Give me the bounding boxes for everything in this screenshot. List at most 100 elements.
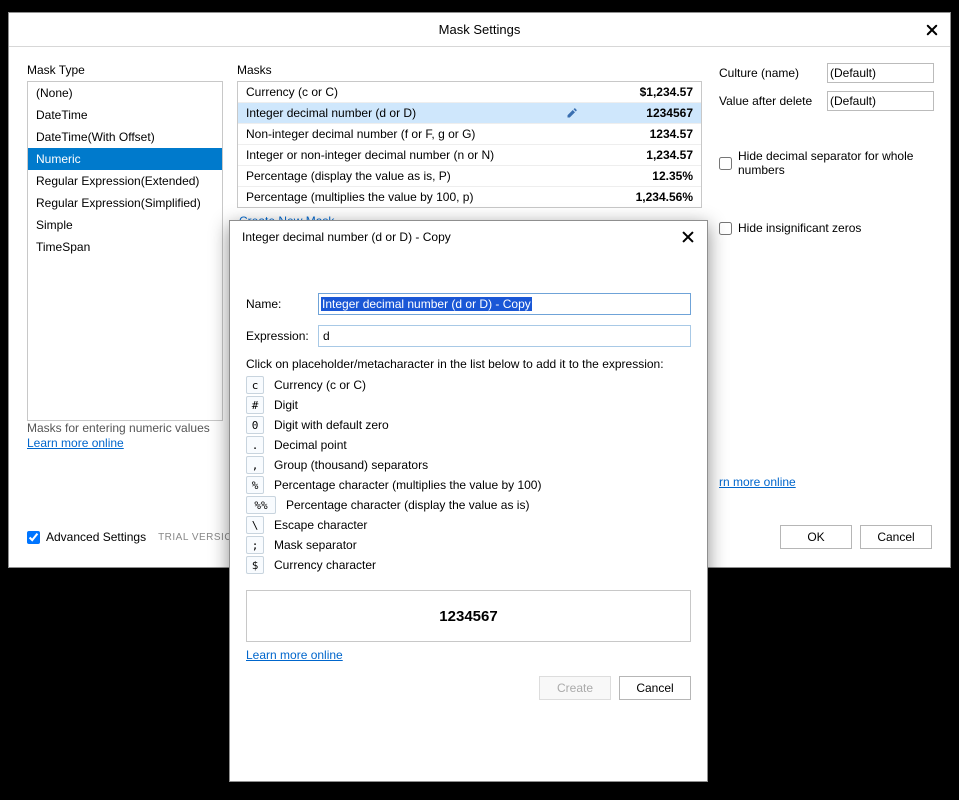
placeholder-description: Escape character	[274, 518, 367, 532]
sub-body: Name: Integer decimal number (d or D) - …	[230, 253, 707, 710]
name-field-wrapper[interactable]: Integer decimal number (d or D) - Copy	[318, 293, 691, 315]
learn-more-link[interactable]: Learn more online	[246, 648, 691, 662]
culture-row: Culture (name) (Default)	[719, 63, 934, 83]
advanced-settings-row: Advanced Settings	[27, 530, 146, 544]
advanced-settings-checkbox[interactable]	[27, 531, 40, 544]
masks-row[interactable]: Integer or non-integer decimal number (n…	[238, 145, 701, 166]
mask-type-item[interactable]: DateTime(With Offset)	[28, 126, 222, 148]
preview-value: 1234567	[439, 608, 497, 625]
hide-decimal-separator-row: Hide decimal separator for whole numbers	[719, 149, 934, 177]
masks-row[interactable]: Integer decimal number (d or D) 1234567	[238, 103, 701, 124]
mask-type-item[interactable]: Simple	[28, 214, 222, 236]
edit-icon[interactable]	[565, 106, 579, 120]
sub-titlebar: Integer decimal number (d or D) - Copy	[230, 221, 707, 253]
placeholder-description: Percentage character (multiplies the val…	[274, 478, 541, 492]
masks-row[interactable]: Non-integer decimal number (f or F, g or…	[238, 124, 701, 145]
advanced-settings-label: Advanced Settings	[46, 530, 146, 544]
placeholder-description: Decimal point	[274, 438, 347, 452]
mask-name: Percentage (multiplies the value by 100,…	[246, 190, 583, 204]
titlebar: Mask Settings	[9, 13, 950, 47]
mask-type-description: Masks for entering numeric values Learn …	[27, 421, 223, 451]
sub-button-row: Create Cancel	[246, 676, 691, 700]
placeholder-key[interactable]: ;	[246, 536, 264, 554]
placeholder-row: ; Mask separator	[246, 536, 691, 554]
mask-type-item[interactable]: (None)	[28, 82, 222, 104]
placeholder-key[interactable]: %%	[246, 496, 276, 514]
ok-button[interactable]: OK	[780, 525, 852, 549]
mask-sample: 12.35%	[583, 169, 693, 183]
placeholder-description: Digit with default zero	[274, 418, 389, 432]
name-field-value: Integer decimal number (d or D) - Copy	[321, 297, 532, 311]
mask-type-label: Mask Type	[27, 63, 223, 77]
mask-type-desc-text: Masks for entering numeric values	[27, 421, 210, 435]
window-title: Mask Settings	[439, 22, 521, 37]
mask-name: Integer or non-integer decimal number (n…	[246, 148, 583, 162]
culture-select[interactable]: (Default)	[827, 63, 934, 83]
placeholder-row: % Percentage character (multiplies the va…	[246, 476, 691, 494]
hide-decimal-separator-label: Hide decimal separator for whole numbers	[738, 149, 934, 177]
mask-sample: 1,234.57	[583, 148, 693, 162]
value-after-delete-label: Value after delete	[719, 94, 827, 108]
placeholder-description: Group (thousand) separators	[274, 458, 428, 472]
culture-label: Culture (name)	[719, 66, 827, 80]
close-icon[interactable]	[681, 230, 695, 244]
placeholder-row: c Currency (c or C)	[246, 376, 691, 394]
placeholder-description: Mask separator	[274, 538, 357, 552]
hide-decimal-separator-checkbox[interactable]	[719, 157, 732, 170]
placeholder-key[interactable]: .	[246, 436, 264, 454]
hide-insignificant-zeros-label: Hide insignificant zeros	[738, 221, 861, 235]
mask-name: Integer decimal number (d or D)	[246, 106, 565, 120]
masks-row[interactable]: Percentage (multiplies the value by 100,…	[238, 187, 701, 207]
mask-type-list[interactable]: (None)DateTimeDateTime(With Offset)Numer…	[27, 81, 223, 421]
placeholder-description: Percentage character (display the value …	[286, 498, 529, 512]
masks-row[interactable]: Currency (c or C)$1,234.57	[238, 82, 701, 103]
name-row: Name: Integer decimal number (d or D) - …	[246, 293, 691, 315]
placeholder-row: # Digit	[246, 396, 691, 414]
mask-type-item[interactable]: TimeSpan	[28, 236, 222, 258]
placeholder-key[interactable]: \	[246, 516, 264, 534]
learn-more-link[interactable]: Learn more online	[27, 436, 124, 450]
mask-type-column: Mask Type (None)DateTimeDateTime(With Of…	[27, 63, 223, 453]
placeholder-key[interactable]: 0	[246, 416, 264, 434]
value-after-delete-row: Value after delete (Default)	[719, 91, 934, 111]
masks-row[interactable]: Percentage (display the value as is, P)1…	[238, 166, 701, 187]
placeholder-key[interactable]: %	[246, 476, 264, 494]
sub-window-title: Integer decimal number (d or D) - Copy	[242, 230, 681, 244]
hide-insignificant-zeros-row: Hide insignificant zeros	[719, 221, 934, 235]
placeholder-description: Currency (c or C)	[274, 378, 366, 392]
placeholder-row: \ Escape character	[246, 516, 691, 534]
placeholder-key[interactable]: #	[246, 396, 264, 414]
mask-type-item[interactable]: Regular Expression(Extended)	[28, 170, 222, 192]
placeholder-key[interactable]: ,	[246, 456, 264, 474]
hide-insignificant-zeros-checkbox[interactable]	[719, 222, 732, 235]
mask-type-item[interactable]: Regular Expression(Simplified)	[28, 192, 222, 214]
masks-table: Currency (c or C)$1,234.57Integer decima…	[237, 81, 702, 208]
close-icon[interactable]	[924, 22, 940, 38]
masks-label: Masks	[237, 63, 702, 77]
mask-name: Non-integer decimal number (f or F, g or…	[246, 127, 583, 141]
placeholder-helper-text: Click on placeholder/metacharacter in th…	[246, 357, 691, 371]
expression-field[interactable]	[318, 325, 691, 347]
expression-row: Expression:	[246, 325, 691, 347]
mask-sample: 1234567	[583, 106, 693, 120]
mask-sample: 1,234.56%	[583, 190, 693, 204]
placeholder-description: Currency character	[274, 558, 376, 572]
mask-name: Percentage (display the value as is, P)	[246, 169, 583, 183]
settings-column: Culture (name) (Default) Value after del…	[719, 63, 934, 235]
mask-type-item[interactable]: Numeric	[28, 148, 222, 170]
placeholder-description: Digit	[274, 398, 298, 412]
masks-column: Masks Currency (c or C)$1,234.57Integer …	[237, 63, 702, 228]
placeholder-key[interactable]: c	[246, 376, 264, 394]
placeholder-row: 0 Digit with default zero	[246, 416, 691, 434]
mask-sample: $1,234.57	[583, 85, 693, 99]
name-label: Name:	[246, 297, 318, 311]
value-after-delete-select[interactable]: (Default)	[827, 91, 934, 111]
placeholder-key[interactable]: $	[246, 556, 264, 574]
create-button[interactable]: Create	[539, 676, 611, 700]
mask-type-item[interactable]: DateTime	[28, 104, 222, 126]
placeholder-list: c Currency (c or C) # Digit 0 Digit with defa…	[246, 376, 691, 574]
learn-more-link-secondary[interactable]: rn more online	[719, 475, 796, 489]
placeholder-row: %% Percentage character (display the valu…	[246, 496, 691, 514]
cancel-button[interactable]: Cancel	[619, 676, 691, 700]
cancel-button[interactable]: Cancel	[860, 525, 932, 549]
